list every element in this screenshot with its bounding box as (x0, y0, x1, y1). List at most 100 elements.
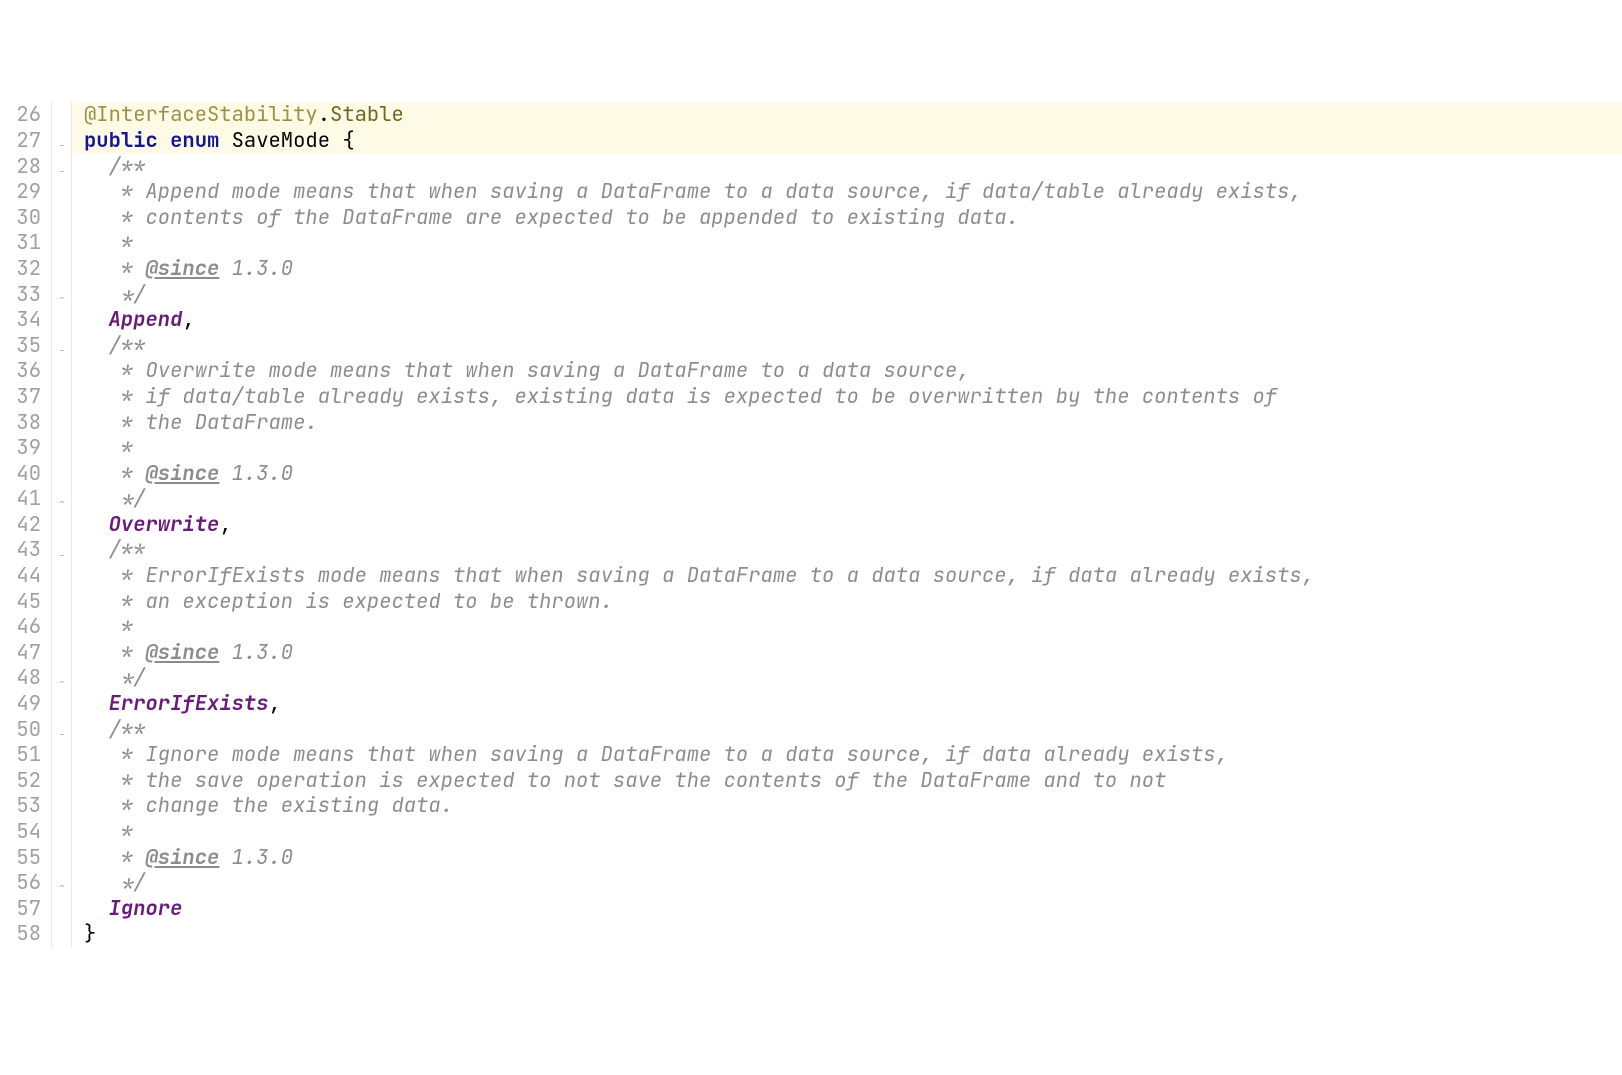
code-line[interactable]: * the save operation is expected to not … (84, 768, 1622, 794)
code-token: @since (146, 844, 220, 871)
code-token: * contents of the DataFrame are expected… (84, 204, 1019, 231)
code-line[interactable]: */ (84, 665, 1622, 691)
line-number: 52 (0, 768, 41, 794)
line-number: 28 (0, 154, 41, 180)
code-token: public enum (84, 127, 232, 154)
code-line[interactable]: * change the existing data. (84, 793, 1622, 819)
code-line[interactable]: Ignore (84, 896, 1622, 922)
code-line[interactable]: */ (84, 282, 1622, 308)
code-token: * if data/table already exists, existing… (84, 383, 1277, 410)
code-line[interactable]: * Ignore mode means that when saving a D… (84, 742, 1622, 768)
fold-toggle-icon[interactable]: − (55, 339, 69, 365)
fold-column[interactable]: −−⌃−⌃−⌃−⌃ (52, 102, 72, 947)
code-line[interactable]: public enum SaveMode { (72, 128, 1622, 154)
code-line[interactable]: Append, (84, 307, 1622, 333)
line-number: 40 (0, 461, 41, 487)
line-number: 26 (0, 102, 41, 128)
code-token: * (84, 229, 133, 256)
line-number: 55 (0, 845, 41, 871)
code-line[interactable]: * Append mode means that when saving a D… (84, 179, 1622, 205)
code-token: * the save operation is expected to not … (84, 767, 1166, 794)
fold-toggle-icon[interactable]: − (55, 134, 69, 160)
code-line[interactable]: * (84, 435, 1622, 461)
code-token: 1.3.0 (219, 460, 293, 487)
code-token: * (84, 818, 133, 845)
line-number: 36 (0, 358, 41, 384)
code-line[interactable]: /** (84, 537, 1622, 563)
code-line[interactable]: /** (84, 333, 1622, 359)
code-line[interactable]: /** (84, 717, 1622, 743)
code-token (84, 306, 109, 333)
code-token: , (269, 690, 281, 717)
code-token: * (84, 255, 146, 282)
line-number: 43 (0, 537, 41, 563)
code-token: * Append mode means that when saving a D… (84, 178, 1302, 205)
line-number: 58 (0, 921, 41, 947)
fold-toggle-icon[interactable]: − (55, 723, 69, 749)
code-token: 1.3.0 (219, 844, 293, 871)
code-token: @since (146, 255, 220, 282)
line-number: 37 (0, 384, 41, 410)
code-line[interactable]: Overwrite, (84, 512, 1622, 538)
code-token: * (84, 460, 146, 487)
line-number: 47 (0, 640, 41, 666)
code-line[interactable]: /** (84, 154, 1622, 180)
code-token: */ (84, 664, 146, 691)
line-number: 44 (0, 563, 41, 589)
code-line[interactable]: * the DataFrame. (84, 410, 1622, 436)
code-token: , (219, 511, 231, 538)
code-token: /** (84, 332, 146, 359)
code-line[interactable]: * Overwrite mode means that when saving … (84, 358, 1622, 384)
code-token (84, 690, 109, 717)
fold-toggle-icon[interactable]: − (55, 544, 69, 570)
code-token: */ (84, 281, 146, 308)
code-line[interactable]: * (84, 230, 1622, 256)
code-token: * (84, 844, 146, 871)
code-token: * the DataFrame. (84, 409, 318, 436)
code-token: Ignore (109, 895, 183, 922)
code-token: @since (146, 639, 220, 666)
code-line[interactable]: * (84, 614, 1622, 640)
code-token: Overwrite (109, 511, 220, 538)
code-token: * change the existing data. (84, 792, 453, 819)
line-number: 34 (0, 307, 41, 333)
code-line[interactable]: * if data/table already exists, existing… (84, 384, 1622, 410)
line-number: 50 (0, 717, 41, 743)
fold-toggle-icon[interactable]: ⌃ (55, 288, 69, 314)
code-line[interactable]: * @since 1.3.0 (84, 845, 1622, 871)
line-number: 42 (0, 512, 41, 538)
code-area[interactable]: @InterfaceStability.Stablepublic enum Sa… (72, 102, 1622, 947)
line-number: 33 (0, 282, 41, 308)
fold-toggle-icon[interactable]: ⌃ (55, 876, 69, 902)
fold-toggle-icon[interactable]: ⌃ (55, 492, 69, 518)
line-number: 35 (0, 333, 41, 359)
code-token (84, 895, 109, 922)
code-line[interactable]: */ (84, 486, 1622, 512)
code-line[interactable]: } (84, 921, 1622, 947)
code-line[interactable]: */ (84, 870, 1622, 896)
code-token: /** (84, 153, 146, 180)
line-number: 31 (0, 230, 41, 256)
code-token: 1.3.0 (219, 639, 293, 666)
code-line[interactable]: ErrorIfExists, (84, 691, 1622, 717)
code-line[interactable]: * @since 1.3.0 (84, 461, 1622, 487)
code-token: . (318, 102, 330, 128)
fold-toggle-icon[interactable]: ⌃ (55, 672, 69, 698)
code-token: @since (146, 460, 220, 487)
code-token: * (84, 434, 133, 461)
code-line[interactable]: * an exception is expected to be thrown. (84, 589, 1622, 615)
code-token: @InterfaceStability (84, 102, 318, 128)
code-editor[interactable]: 2627282930313233343536373839404142434445… (0, 102, 1622, 947)
code-token: { (330, 127, 355, 154)
code-token: * Overwrite mode means that when saving … (84, 357, 970, 384)
code-line[interactable]: * @since 1.3.0 (84, 256, 1622, 282)
code-line[interactable]: * contents of the DataFrame are expected… (84, 205, 1622, 231)
code-line[interactable]: * (84, 819, 1622, 845)
code-line[interactable]: * ErrorIfExists mode means that when sav… (84, 563, 1622, 589)
code-token: /** (84, 716, 146, 743)
code-line[interactable]: @InterfaceStability.Stable (72, 102, 1622, 128)
line-number: 56 (0, 870, 41, 896)
fold-toggle-icon[interactable]: − (55, 160, 69, 186)
code-token: * an exception is expected to be thrown. (84, 588, 613, 615)
code-line[interactable]: * @since 1.3.0 (84, 640, 1622, 666)
